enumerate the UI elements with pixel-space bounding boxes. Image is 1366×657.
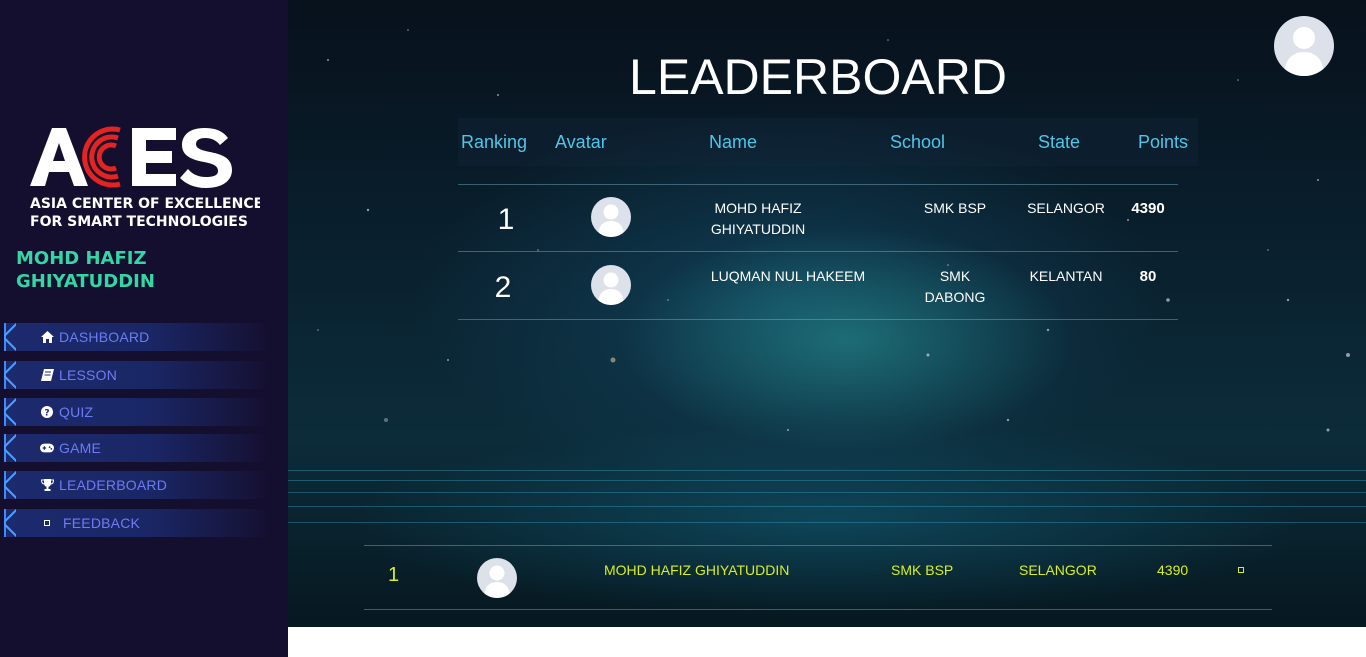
sidebar-item-quiz[interactable]: ? QUIZ xyxy=(4,398,266,426)
sidebar-item-label: FEEDBACK xyxy=(63,515,141,531)
sidebar-nav: DASHBOARD LESSON ? QUIZ GAME LEADERBOARD xyxy=(0,323,288,537)
sidebar-item-label: LESSON xyxy=(59,367,117,383)
sidebar-item-label: LEADERBOARD xyxy=(59,477,168,493)
avatar xyxy=(591,197,631,237)
user-silhouette-icon xyxy=(484,565,510,598)
my-state: SELANGOR xyxy=(1019,562,1097,578)
svg-text:?: ? xyxy=(44,409,49,419)
my-rank: 1 xyxy=(388,564,400,586)
profile-avatar-button[interactable] xyxy=(1274,16,1334,76)
user-silhouette-icon xyxy=(1284,27,1324,76)
header-name: Name xyxy=(709,132,758,152)
main-content: LEADERBOARD Ranking Avatar Name School S… xyxy=(288,0,1366,627)
row-state: KELANTAN xyxy=(1029,268,1103,284)
row-name: MOHD HAFIZ GHIYATUDDIN xyxy=(710,200,806,237)
book-icon xyxy=(40,368,54,382)
sidebar-item-feedback[interactable]: FEEDBACK xyxy=(4,509,266,537)
row-rank: 1 xyxy=(497,203,515,236)
sidebar-user-name: MOHD HAFIZ GHIYATUDDIN xyxy=(16,248,155,292)
row-points: 80 xyxy=(1139,268,1157,285)
gamepad-icon xyxy=(40,441,54,455)
row-state: SELANGOR xyxy=(1027,200,1105,216)
logo-line2: FOR SMART TECHNOLOGIES xyxy=(30,214,248,230)
header-avatar: Avatar xyxy=(555,132,607,152)
leaderboard-header: Ranking Avatar Name School State Points xyxy=(458,118,1198,166)
logo-line1: ASIA CENTER OF EXCELLENCE xyxy=(30,196,260,212)
sidebar-item-label: QUIZ xyxy=(59,404,94,420)
avatar xyxy=(591,265,631,305)
header-school: School xyxy=(890,132,946,152)
sidebar: ASIA CENTER OF EXCELLENCE FOR SMART TECH… xyxy=(0,0,288,657)
user-silhouette-icon xyxy=(598,204,624,237)
my-name: MOHD HAFIZ GHIYATUDDIN xyxy=(604,562,790,578)
user-silhouette-icon xyxy=(598,272,624,305)
sidebar-item-lesson[interactable]: LESSON xyxy=(4,361,266,389)
row-name: LUQMAN NUL HAKEEM xyxy=(710,268,866,284)
row-school: SMK DABONG xyxy=(924,268,986,305)
table-divider xyxy=(458,251,1178,252)
aces-logo: ASIA CENTER OF EXCELLENCE FOR SMART TECH… xyxy=(28,124,260,232)
sidebar-item-leaderboard[interactable]: LEADERBOARD xyxy=(4,471,266,499)
table-row: 2 LUQMAN NUL HAKEEM SMK DABONG KELANTAN … xyxy=(458,253,1178,321)
my-school: SMK BSP xyxy=(891,562,954,578)
header-ranking: Ranking xyxy=(461,132,528,152)
sidebar-item-dashboard[interactable]: DASHBOARD xyxy=(4,323,266,351)
table-divider xyxy=(458,319,1178,320)
page-title: LEADERBOARD xyxy=(629,49,1007,105)
my-row-divider xyxy=(364,609,1272,610)
sidebar-item-label: GAME xyxy=(59,440,102,456)
status-indicator-icon xyxy=(1238,567,1244,573)
feedback-icon xyxy=(40,516,54,530)
home-icon xyxy=(40,330,54,344)
row-rank: 2 xyxy=(494,271,512,304)
table-row: 1 MOHD HAFIZ GHIYATUDDIN SMK BSP SELANGO… xyxy=(458,185,1178,253)
sidebar-item-game[interactable]: GAME xyxy=(4,434,266,462)
question-circle-icon: ? xyxy=(40,405,54,419)
row-points: 4390 xyxy=(1131,200,1165,217)
header-state: State xyxy=(1038,132,1081,152)
current-user-row: 1 MOHD HAFIZ GHIYATUDDIN SMK BSP SELANGO… xyxy=(364,545,1272,609)
header-points: Points xyxy=(1138,132,1189,152)
sidebar-item-label: DASHBOARD xyxy=(59,329,150,345)
trophy-icon xyxy=(40,478,54,492)
avatar xyxy=(477,558,517,598)
page-footer-area xyxy=(288,627,1366,657)
my-points: 4390 xyxy=(1157,562,1189,578)
